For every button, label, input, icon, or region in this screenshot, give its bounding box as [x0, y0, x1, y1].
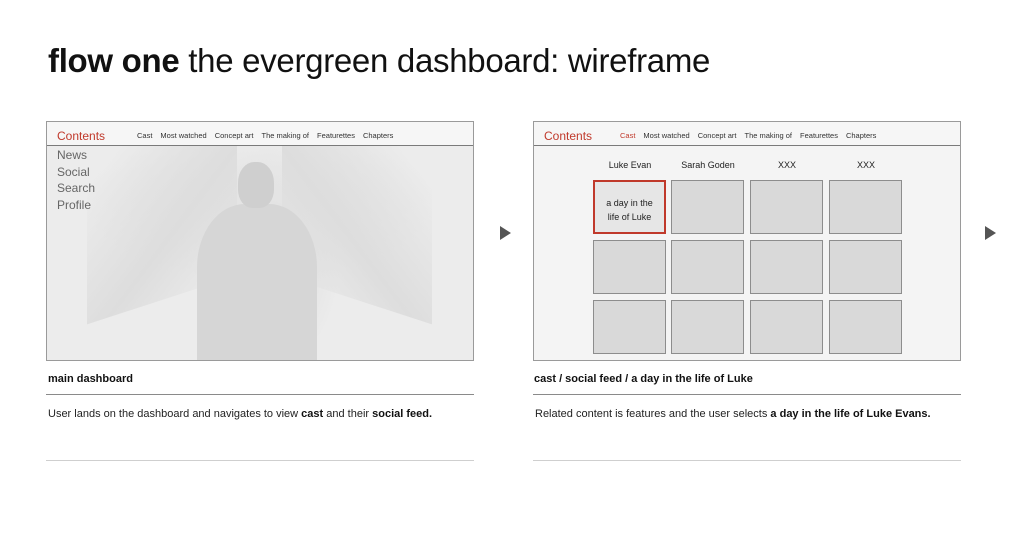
nav-menu: Cast Most watched Concept art The making…	[620, 131, 876, 140]
nav-item-cast[interactable]: Cast	[137, 131, 152, 140]
content-tile[interactable]	[750, 300, 823, 354]
content-tile[interactable]	[829, 300, 902, 354]
nav-item-concept-art[interactable]: Concept art	[215, 131, 254, 140]
nav-item-cast[interactable]: Cast	[620, 131, 635, 140]
nav-item-most-watched[interactable]: Most watched	[160, 131, 206, 140]
play-triangle-icon	[500, 226, 511, 240]
divider	[533, 394, 961, 395]
wireframe-main-dashboard: Contents Cast Most watched Concept art T…	[46, 121, 474, 361]
play-triangle-icon	[985, 226, 996, 240]
content-tile[interactable]	[750, 240, 823, 294]
content-tile[interactable]	[829, 240, 902, 294]
tile-label-line1: a day in the	[606, 198, 653, 208]
contents-brand[interactable]: Contents	[57, 129, 105, 143]
content-tile[interactable]	[750, 180, 823, 234]
content-tile[interactable]	[671, 300, 744, 354]
content-tile[interactable]	[593, 300, 666, 354]
sidebar-menu: News Social Search Profile	[57, 147, 95, 213]
nav-item-the-making-of[interactable]: The making of	[744, 131, 792, 140]
hero-image	[47, 122, 473, 360]
sidebar-item-profile[interactable]: Profile	[57, 197, 95, 214]
content-tile[interactable]	[671, 240, 744, 294]
sidebar-item-social[interactable]: Social	[57, 164, 95, 181]
divider	[533, 460, 961, 461]
wireframe-cast-social-feed: Contents Cast Most watched Concept art T…	[533, 121, 961, 361]
divider	[46, 460, 474, 461]
page-title-rest: the evergreen dashboard: wireframe	[188, 42, 711, 79]
nav-item-featurettes[interactable]: Featurettes	[800, 131, 838, 140]
nav-item-concept-art[interactable]: Concept art	[698, 131, 737, 140]
page-title-bold: flow one	[48, 42, 180, 79]
tile-a-day-in-the-life[interactable]: a day in the life of Luke	[593, 180, 666, 234]
sidebar-item-news[interactable]: News	[57, 147, 95, 164]
screen-description: User lands on the dashboard and navigate…	[48, 408, 433, 420]
screen-caption: cast / social feed / a day in the life o…	[534, 373, 753, 385]
nav-item-most-watched[interactable]: Most watched	[643, 131, 689, 140]
nav-menu: Cast Most watched Concept art The making…	[137, 131, 393, 140]
top-nav: Contents Cast Most watched Concept art T…	[534, 122, 960, 146]
page-title: flow one the evergreen dashboard: wirefr…	[48, 42, 710, 80]
sidebar-item-search[interactable]: Search	[57, 180, 95, 197]
nav-item-chapters[interactable]: Chapters	[363, 131, 393, 140]
contents-brand[interactable]: Contents	[544, 129, 592, 143]
tile-label-line2: life of Luke	[607, 212, 652, 222]
content-tile[interactable]	[593, 240, 666, 294]
cast-name: XXX	[777, 160, 796, 170]
content-tile[interactable]	[671, 180, 744, 234]
divider	[46, 394, 474, 395]
screen-description: Related content is features and the user…	[535, 408, 931, 420]
cast-name: Sarah Goden	[681, 160, 735, 170]
screen-caption: main dashboard	[48, 373, 133, 385]
cast-name: XXX	[856, 160, 875, 170]
top-nav: Contents Cast Most watched Concept art T…	[47, 122, 473, 146]
cast-name: Luke Evan	[608, 160, 652, 170]
content-tile[interactable]	[829, 180, 902, 234]
nav-item-the-making-of[interactable]: The making of	[261, 131, 309, 140]
nav-item-featurettes[interactable]: Featurettes	[317, 131, 355, 140]
nav-item-chapters[interactable]: Chapters	[846, 131, 876, 140]
